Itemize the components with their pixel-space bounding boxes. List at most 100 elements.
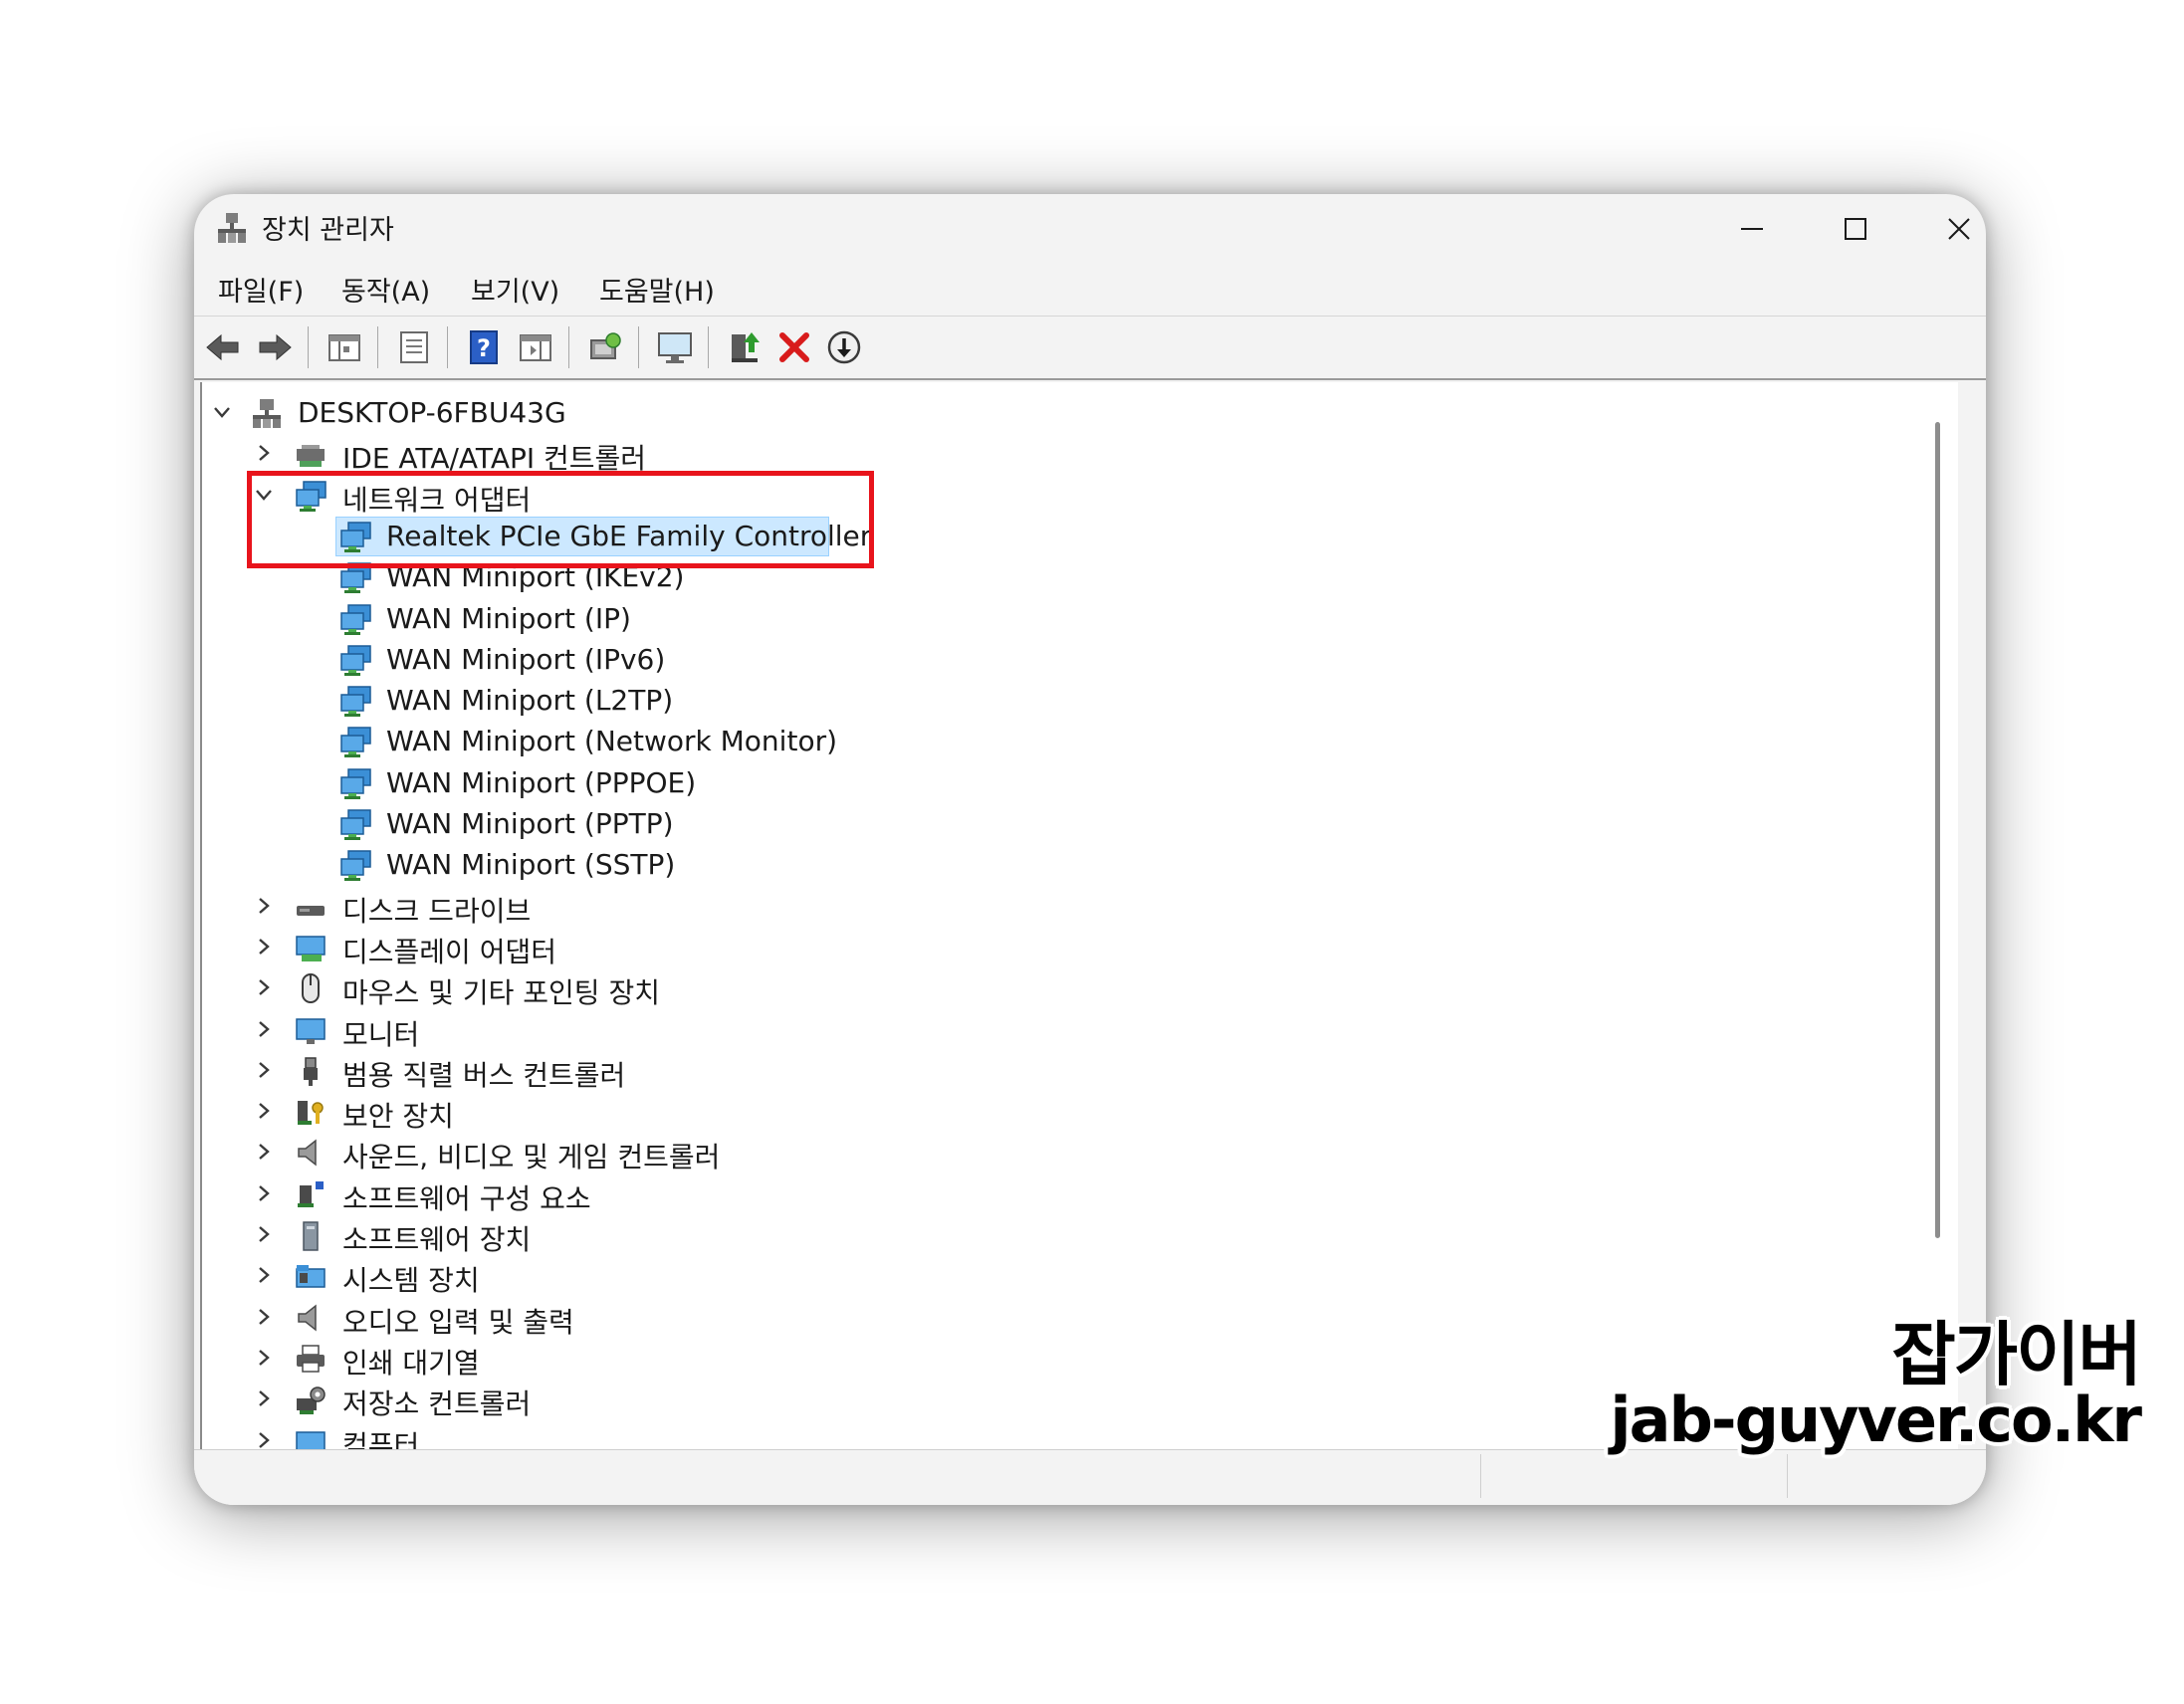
display-button[interactable] <box>656 328 694 366</box>
row-label: 모니터 <box>342 1017 420 1051</box>
scan-hardware-button[interactable] <box>586 328 624 366</box>
toolbar-separator <box>568 326 569 368</box>
chevron-right-icon <box>259 1267 270 1284</box>
tree-category[interactable]: 모니터 <box>202 1009 1894 1051</box>
chevron-right-icon <box>259 1184 270 1201</box>
row-label: WAN Miniport (IPv6) <box>386 642 666 676</box>
row-label: 소프트웨어 장치 <box>342 1223 532 1256</box>
expand-toggle[interactable] <box>254 1019 274 1039</box>
chevron-right-icon <box>259 1061 270 1078</box>
row-icon <box>294 1301 328 1335</box>
expand-toggle[interactable] <box>254 443 274 463</box>
tree-category[interactable]: 인쇄 대기열 <box>202 1338 1894 1380</box>
expand-toggle[interactable] <box>254 1101 274 1121</box>
help-icon: ? <box>470 330 498 364</box>
expand-toggle[interactable] <box>254 977 274 997</box>
menu-view[interactable]: 보기(V) <box>471 270 559 309</box>
toolbar-separator <box>638 326 639 368</box>
row-label: 오디오 입력 및 출력 <box>342 1305 574 1339</box>
audio-io-icon <box>298 1304 317 1332</box>
tree-category[interactable]: 시스템 장치 <box>202 1255 1894 1297</box>
status-divider <box>1480 1454 1481 1498</box>
scan-hardware-icon <box>590 332 621 359</box>
tree-category[interactable]: IDE ATA/ATAPI 컨트롤러 <box>202 433 1894 475</box>
row-label: 컴퓨터 <box>342 1428 420 1450</box>
back-button[interactable] <box>204 328 242 366</box>
mouse-icon <box>302 973 320 1004</box>
expand-toggle[interactable] <box>254 1224 274 1244</box>
expand-toggle[interactable] <box>254 1348 274 1368</box>
row-label: 사운드, 비디오 및 게임 컨트롤러 <box>342 1141 721 1174</box>
expand-toggle[interactable] <box>254 1142 274 1162</box>
expand-toggle[interactable] <box>254 1183 274 1203</box>
expand-toggle[interactable] <box>254 1307 274 1327</box>
update-driver-button[interactable] <box>726 328 764 366</box>
tree-category[interactable]: 범용 직렬 버스 컨트롤러 <box>202 1050 1894 1092</box>
menu-file[interactable]: 파일(F) <box>218 270 304 309</box>
tree-device[interactable]: WAN Miniport (PPTP) <box>202 803 1894 844</box>
network-adapter-icon <box>340 603 371 635</box>
tree-root-computer[interactable]: DESKTOP-6FBU43G <box>202 392 1894 433</box>
row-label: 디스크 드라이브 <box>342 894 532 928</box>
minimize-button[interactable] <box>1717 204 1787 254</box>
maximize-icon <box>1845 218 1866 240</box>
vertical-scrollbar[interactable] <box>1935 422 1940 1238</box>
help-button[interactable]: ? <box>465 328 503 366</box>
svg-text:?: ? <box>477 334 491 362</box>
toolbar-separator <box>308 326 309 368</box>
software-component-icon <box>298 1180 324 1207</box>
expand-toggle[interactable] <box>254 1388 274 1408</box>
action-pane-button[interactable] <box>517 328 554 366</box>
tree-category[interactable]: 마우스 및 기타 포인팅 장치 <box>202 967 1894 1010</box>
tree-category[interactable]: 오디오 입력 및 출력 <box>202 1297 1894 1339</box>
forward-arrow-icon <box>259 333 292 361</box>
security-device-icon <box>298 1101 324 1126</box>
uninstall-device-button[interactable] <box>775 328 813 366</box>
tree-device[interactable]: WAN Miniport (IPv6) <box>202 639 1894 680</box>
system-device-icon <box>296 1265 326 1289</box>
menu-action[interactable]: 동작(A) <box>341 270 430 309</box>
disable-device-button[interactable] <box>825 328 863 366</box>
chevron-right-icon <box>259 1226 270 1242</box>
expand-toggle[interactable] <box>254 937 274 957</box>
row-icon <box>294 1095 328 1129</box>
expand-toggle[interactable] <box>254 1060 274 1080</box>
expand-toggle[interactable] <box>254 1430 274 1450</box>
tree-category[interactable]: 소프트웨어 장치 <box>202 1214 1894 1256</box>
row-icon <box>294 1342 328 1376</box>
row-label: 범용 직렬 버스 컨트롤러 <box>342 1058 626 1092</box>
menu-help[interactable]: 도움말(H) <box>599 270 715 309</box>
tree-device[interactable]: WAN Miniport (PPPOE) <box>202 762 1894 803</box>
row-label: 마우스 및 기타 포인팅 장치 <box>342 976 660 1010</box>
tree-category[interactable]: 소프트웨어 구성 요소 <box>202 1173 1894 1215</box>
properties-icon <box>400 331 428 363</box>
expand-toggle[interactable] <box>254 896 274 916</box>
console-tree-button[interactable] <box>326 328 363 366</box>
device-manager-window: 장치 관리자 파일(F) 동작(A) 보기(V) 도움말(H) ? DESKTO… <box>194 194 1986 1505</box>
row-label: 저장소 컨트롤러 <box>342 1387 532 1421</box>
title-bar[interactable]: 장치 관리자 <box>194 194 1986 260</box>
expand-toggle[interactable] <box>212 402 232 422</box>
tree-category[interactable]: 보안 장치 <box>202 1091 1894 1133</box>
row-label: WAN Miniport (PPTP) <box>386 807 674 840</box>
tree-device[interactable]: WAN Miniport (L2TP) <box>202 680 1894 721</box>
tree-device[interactable]: WAN Miniport (IP) <box>202 598 1894 639</box>
properties-button[interactable] <box>395 328 433 366</box>
chevron-right-icon <box>259 1103 270 1119</box>
tree-device[interactable]: WAN Miniport (SSTP) <box>202 844 1894 885</box>
close-button[interactable] <box>1924 204 1986 254</box>
row-icon <box>294 971 328 1005</box>
maximize-button[interactable] <box>1821 204 1890 254</box>
tree-category[interactable]: 디스크 드라이브 <box>202 886 1894 928</box>
chevron-right-icon <box>259 897 270 914</box>
expand-toggle[interactable] <box>254 1265 274 1285</box>
forward-button[interactable] <box>256 328 294 366</box>
tree-device[interactable]: WAN Miniport (Network Monitor) <box>202 721 1894 761</box>
update-driver-icon <box>732 332 760 362</box>
tree-category[interactable]: 디스플레이 어댑터 <box>202 927 1894 968</box>
computer-icon <box>296 1430 326 1449</box>
row-icon <box>294 1218 328 1252</box>
tree-category[interactable]: 사운드, 비디오 및 게임 컨트롤러 <box>202 1132 1894 1174</box>
device-tree[interactable]: DESKTOP-6FBU43G IDE ATA/ATAPI 컨트롤러 네트워크 어댑… <box>200 382 1958 1449</box>
row-icon <box>338 684 372 718</box>
